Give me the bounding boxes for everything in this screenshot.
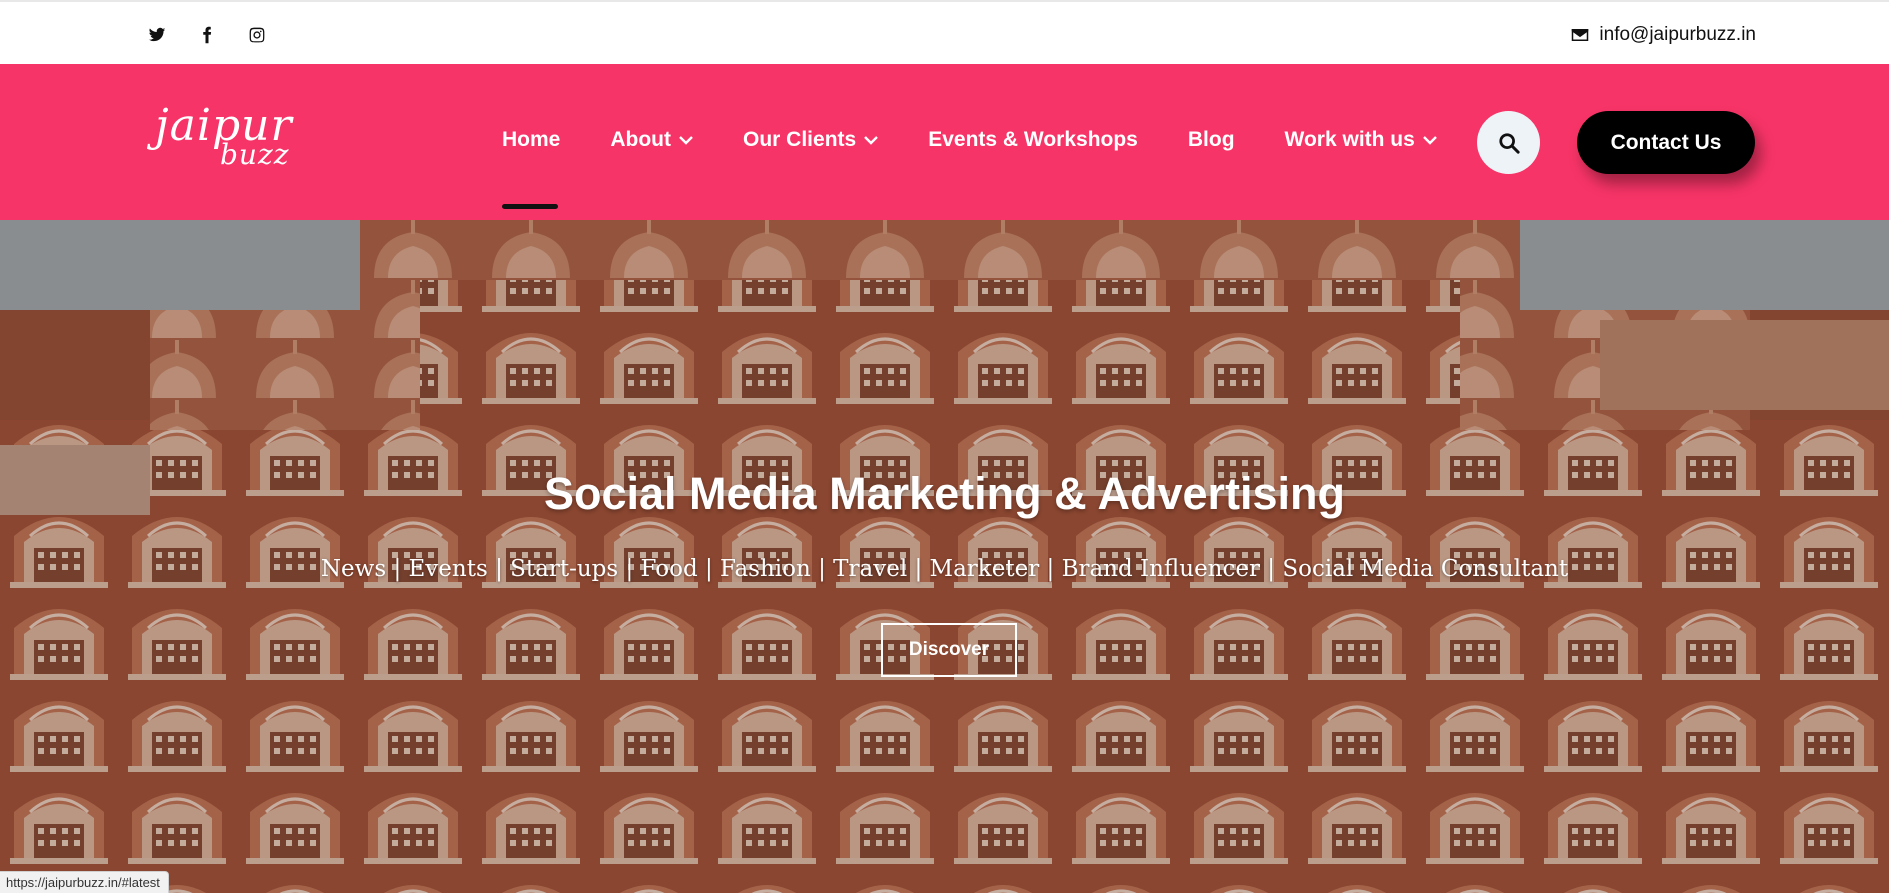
facebook-icon[interactable] [196,24,218,46]
envelope-icon [1572,29,1589,41]
hero-banner: Social Media Marketing & Advertising New… [0,220,1889,893]
hero-title: Social Media Marketing & Advertising [543,468,1345,519]
email-text[interactable]: info@jaipurbuzz.in [1599,24,1756,46]
contact-us-button[interactable]: Contact Us [1577,111,1755,174]
nav-label[interactable]: Events & Workshops [928,128,1138,152]
nav-item-home[interactable]: Home [502,128,560,209]
search-icon [1498,132,1520,154]
social-links [146,24,268,46]
nav-item-blog[interactable]: Blog [1188,128,1235,152]
nav-label[interactable]: Blog [1188,128,1235,152]
nav-label[interactable]: Our Clients [743,128,856,152]
search-button[interactable] [1477,111,1540,174]
nav-label[interactable]: Work with us [1285,128,1415,152]
nav-item-about[interactable]: About [610,128,693,152]
browser-status-url: https://jaipurbuzz.in/#latest [0,871,169,893]
discover-button[interactable]: Discover [881,623,1017,677]
top-bar: info@jaipurbuzz.in [0,0,1889,64]
nav-label[interactable]: About [610,128,671,152]
main-header: jaipur buzz Home About Our Clients Event… [0,64,1889,220]
nav-item-events-workshops[interactable]: Events & Workshops [928,128,1138,152]
contact-email[interactable]: info@jaipurbuzz.in [1571,24,1756,46]
chevron-down-icon [864,135,879,145]
nav-item-our-clients[interactable]: Our Clients [743,128,879,152]
twitter-icon[interactable] [146,24,168,46]
hero-subtitle: News | Events | Start-ups | Food | Fashi… [320,556,1569,582]
logo-text-buzz: buzz [220,138,290,171]
nav-label[interactable]: Home [502,128,560,152]
main-navigation: Home About Our Clients Events & Workshop… [502,128,1487,209]
nav-item-work-with-us[interactable]: Work with us [1285,128,1437,152]
chevron-down-icon [1422,135,1437,145]
instagram-icon[interactable] [246,24,268,46]
jaipurbuzz-logo[interactable]: jaipur buzz [150,100,300,180]
chevron-down-icon [679,135,693,145]
